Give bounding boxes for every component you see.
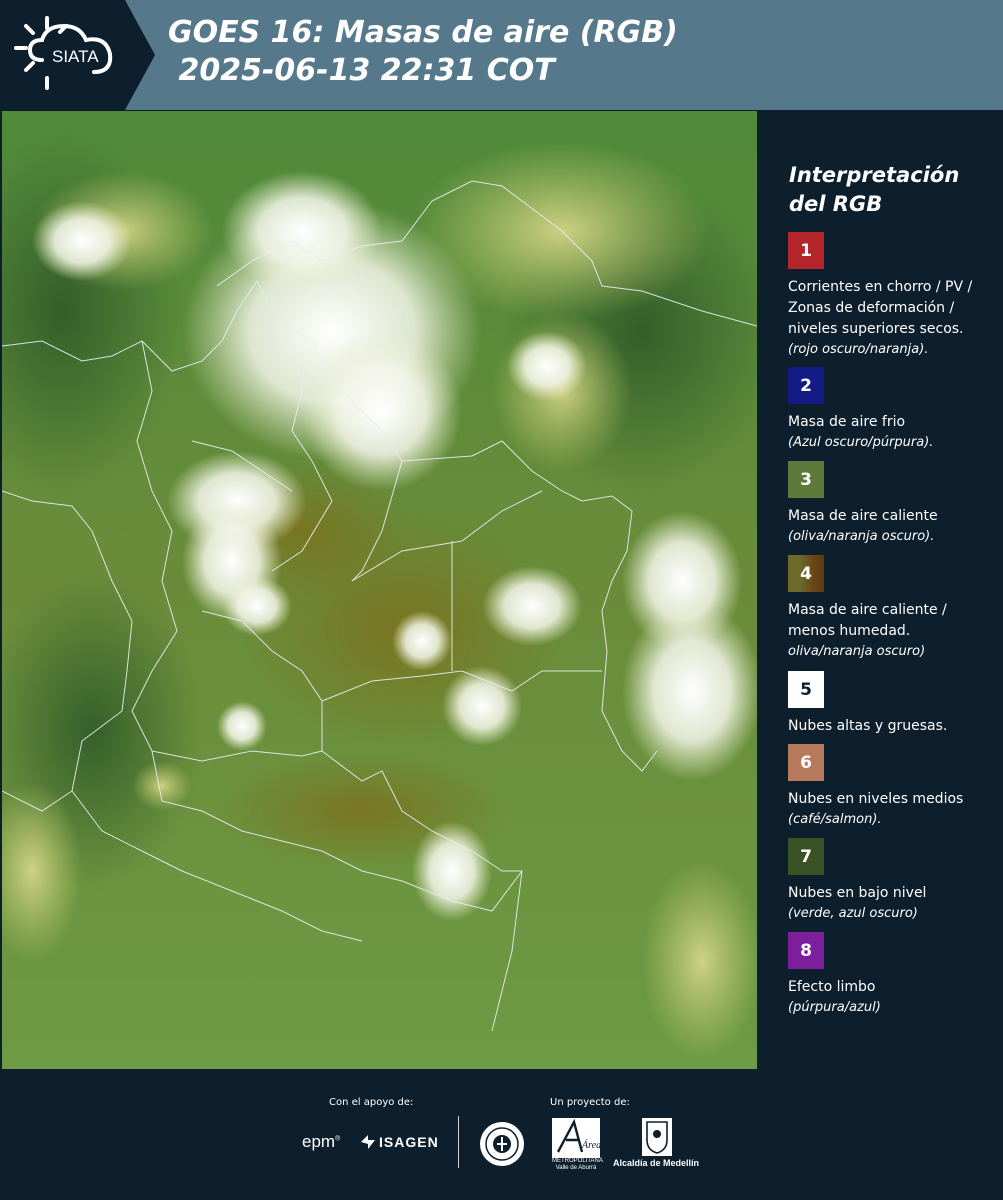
legend-swatch-6: 6 xyxy=(788,744,824,781)
area-metropolitana-logo: METROPOLITANA Valle de Aburrá xyxy=(552,1158,603,1171)
legend-note-4: oliva/naranja oscuro) xyxy=(788,644,926,659)
legend-text-6: Nubes en niveles medios xyxy=(788,791,964,807)
legend-item-3: 3 Masa de aire caliente (oliva/naranja o… xyxy=(788,461,998,546)
legend-title: Interpretación del RGB xyxy=(789,163,960,216)
legend-text-4: Masa de aire caliente / menos humedad. xyxy=(788,602,947,639)
legend-swatch-7: 7 xyxy=(788,838,824,875)
footer: Con el apoyo de: Un proyecto de: epm® IS… xyxy=(0,1070,1003,1200)
legend-swatch-1: 1 xyxy=(788,232,824,269)
legend-swatch-2: 2 xyxy=(788,367,824,404)
satellite-image xyxy=(2,111,757,1069)
support-label: Con el apoyo de: xyxy=(329,1097,414,1108)
legend-item-5: 5 Nubes altas y gruesas. xyxy=(788,671,998,737)
svg-text:SIATA: SIATA xyxy=(52,47,99,66)
legend-item-1: 1 Corrientes en chorro / PV / Zonas de d… xyxy=(788,232,998,359)
medellin-seal-icon xyxy=(480,1122,524,1166)
legend-note-6: (café/salmon). xyxy=(788,812,882,827)
legend-text-7: Nubes en bajo nivel xyxy=(788,885,927,901)
legend-note-2: (Azul oscuro/púrpura). xyxy=(788,435,934,450)
legend-item-7: 7 Nubes en bajo nivel (verde, azul oscur… xyxy=(788,838,998,923)
legend-text-1: Corrientes en chorro / PV / Zonas de def… xyxy=(788,279,973,337)
header-bar: SIATA GOES 16: Masas de aire (RGB) 2025-… xyxy=(0,0,1003,110)
satellite-map xyxy=(2,111,757,1069)
alcaldia-logo: Alcaldía de Medellín xyxy=(613,1158,700,1168)
legend-text-8: Efecto limbo xyxy=(788,979,876,995)
footer-divider xyxy=(458,1116,459,1168)
legend-note-3: (oliva/naranja oscuro). xyxy=(788,529,935,544)
siata-logo-icon: SIATA xyxy=(14,16,113,90)
legend-swatch-8: 8 xyxy=(788,932,824,969)
project-label: Un proyecto de: xyxy=(550,1097,630,1108)
legend-note-1: (rojo oscuro/naranja). xyxy=(788,342,929,357)
isagen-logo: ISAGEN xyxy=(379,1134,439,1150)
legend-text-5: Nubes altas y gruesas. xyxy=(788,718,948,734)
page-title: GOES 16: Masas de aire (RGB) 2025-06-13 … xyxy=(168,14,678,90)
area-metropolitana-icon: Área xyxy=(552,1118,600,1158)
legend-item-6: 6 Nubes en niveles medios (café/salmon). xyxy=(788,744,998,829)
legend-item-8: 8 Efecto limbo (púrpura/azul) xyxy=(788,932,998,1017)
title-line-1: GOES 16: Masas de aire (RGB) xyxy=(168,15,678,50)
logo-panel: SIATA xyxy=(0,0,155,110)
svg-text:Área: Área xyxy=(581,1139,600,1151)
legend-swatch-3: 3 xyxy=(788,461,824,498)
legend-note-8: (púrpura/azul) xyxy=(788,1000,881,1015)
legend-item-2: 2 Masa de aire frio (Azul oscuro/púrpura… xyxy=(788,367,998,452)
title-line-2: 2025-06-13 22:31 COT xyxy=(168,53,555,88)
legend-text-2: Masa de aire frio xyxy=(788,414,906,430)
alcaldia-shield-icon xyxy=(642,1118,672,1156)
legend-note-7: (verde, azul oscuro) xyxy=(788,906,918,921)
legend-panel: Interpretación del RGB 1 Corrientes en c… xyxy=(760,111,1003,1069)
legend-swatch-5: 5 xyxy=(788,671,824,708)
isagen-logo-icon xyxy=(361,1135,375,1149)
legend-item-4: 4 Masa de aire caliente / menos humedad.… xyxy=(788,555,998,661)
epm-logo: epm® xyxy=(302,1132,341,1151)
legend-text-3: Masa de aire caliente xyxy=(788,508,938,524)
legend-swatch-4: 4 xyxy=(788,555,824,592)
